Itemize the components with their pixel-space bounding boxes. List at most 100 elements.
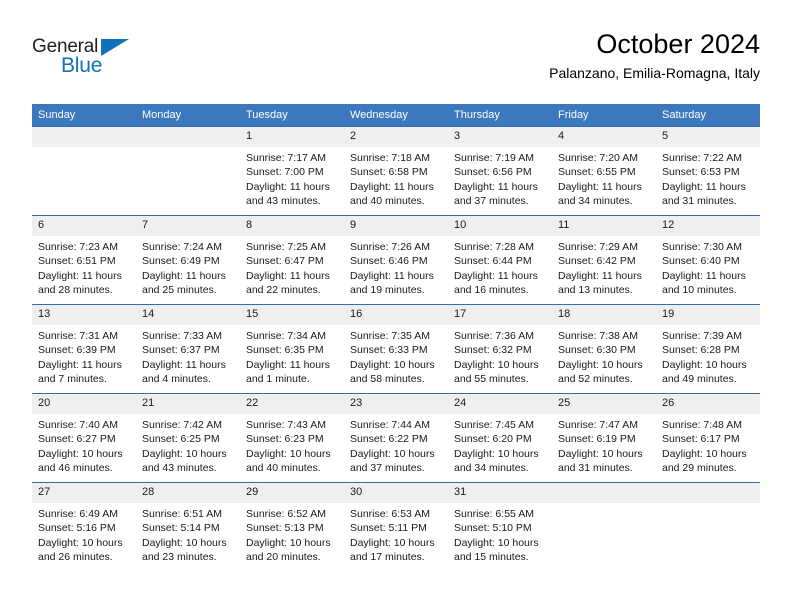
calendar-day-cell[interactable]: 26 Sunrise: 7:48 AM Sunset: 6:17 PM Dayligh… xyxy=(656,393,760,483)
sunrise-text: Sunrise: 7:38 AM xyxy=(558,330,638,342)
day-number: 6 xyxy=(32,216,136,236)
sunset-text: Sunset: 5:11 PM xyxy=(350,522,427,535)
day-details: Sunrise: 7:23 AM Sunset: 6:51 PM Daylight:… xyxy=(32,236,136,298)
day-details: Sunrise: 7:29 AM Sunset: 6:42 PM Daylight:… xyxy=(552,236,656,298)
calendar-day-cell[interactable]: 15 Sunrise: 7:34 AM Sunset: 6:35 PM Dayligh… xyxy=(240,304,344,394)
calendar-day-cell[interactable]: 8 Sunrise: 7:25 AM Sunset: 6:47 PM Daylight… xyxy=(240,215,344,305)
day-details: Sunrise: 7:26 AM Sunset: 6:46 PM Daylight:… xyxy=(344,236,448,298)
day-details: Sunrise: 7:20 AM Sunset: 6:55 PM Daylight:… xyxy=(552,147,656,209)
calendar-day-cell[interactable]: 25 Sunrise: 7:47 AM Sunset: 6:19 PM Dayligh… xyxy=(552,393,656,483)
calendar-day-cell[interactable]: 19 Sunrise: 7:39 AM Sunset: 6:28 PM Dayligh… xyxy=(656,304,760,394)
sunset-text: Sunset: 7:00 PM xyxy=(246,166,324,179)
day-number: 2 xyxy=(344,127,448,147)
weekday-header-sunday: Sunday xyxy=(32,104,136,127)
calendar-day-cell[interactable]: 14 Sunrise: 7:33 AM Sunset: 6:37 PM Dayligh… xyxy=(136,304,240,394)
calendar-day-cell[interactable]: 20 Sunrise: 7:40 AM Sunset: 6:27 PM Dayligh… xyxy=(32,393,136,483)
calendar-day-cell[interactable]: 10 Sunrise: 7:28 AM Sunset: 6:44 PM Dayligh… xyxy=(448,215,552,305)
calendar-day-cell[interactable]: 18 Sunrise: 7:38 AM Sunset: 6:30 PM Dayligh… xyxy=(552,304,656,394)
weekday-header-friday: Friday xyxy=(552,104,656,127)
day-number xyxy=(32,127,136,147)
calendar-day-cell[interactable]: 28 Sunrise: 6:51 AM Sunset: 5:14 PM Dayligh… xyxy=(136,482,240,571)
weekday-header-monday: Monday xyxy=(136,104,240,127)
day-number: 11 xyxy=(552,216,656,236)
calendar-day-cell[interactable]: 16 Sunrise: 7:35 AM Sunset: 6:33 PM Dayligh… xyxy=(344,304,448,394)
weekday-header-thursday: Thursday xyxy=(448,104,552,127)
day-number: 12 xyxy=(656,216,760,236)
daylight-text: Daylight: 10 hours and 17 minutes. xyxy=(350,536,435,564)
sunset-text: Sunset: 6:39 PM xyxy=(38,344,116,357)
calendar-day-cell[interactable]: 2 Sunrise: 7:18 AM Sunset: 6:58 PM Daylight… xyxy=(344,126,448,216)
sunset-text: Sunset: 6:47 PM xyxy=(246,255,324,268)
calendar-day-cell[interactable]: 23 Sunrise: 7:44 AM Sunset: 6:22 PM Dayligh… xyxy=(344,393,448,483)
day-number: 16 xyxy=(344,305,448,325)
day-number: 4 xyxy=(552,127,656,147)
calendar-day-cell[interactable]: 5 Sunrise: 7:22 AM Sunset: 6:53 PM Daylight… xyxy=(656,126,760,216)
calendar-day-cell[interactable]: 21 Sunrise: 7:42 AM Sunset: 6:25 PM Dayligh… xyxy=(136,393,240,483)
daylight-text: Daylight: 10 hours and 40 minutes. xyxy=(246,447,331,475)
day-number: 17 xyxy=(448,305,552,325)
sunset-text: Sunset: 6:20 PM xyxy=(454,433,532,446)
day-details: Sunrise: 7:33 AM Sunset: 6:37 PM Daylight:… xyxy=(136,325,240,387)
day-details: Sunrise: 7:30 AM Sunset: 6:40 PM Daylight:… xyxy=(656,236,760,298)
daylight-text: Daylight: 11 hours and 13 minutes. xyxy=(558,269,642,297)
day-details: Sunrise: 7:34 AM Sunset: 6:35 PM Daylight:… xyxy=(240,325,344,387)
calendar-day-cell[interactable]: 7 Sunrise: 7:24 AM Sunset: 6:49 PM Daylight… xyxy=(136,215,240,305)
day-number: 23 xyxy=(344,394,448,414)
daylight-text: Daylight: 10 hours and 34 minutes. xyxy=(454,447,539,475)
daylight-text: Daylight: 10 hours and 55 minutes. xyxy=(454,358,539,386)
calendar-day-cell[interactable]: 6 Sunrise: 7:23 AM Sunset: 6:51 PM Daylight… xyxy=(32,215,136,305)
daylight-text: Daylight: 10 hours and 23 minutes. xyxy=(142,536,227,564)
sunrise-text: Sunrise: 7:28 AM xyxy=(454,241,534,253)
day-details: Sunrise: 7:44 AM Sunset: 6:22 PM Daylight:… xyxy=(344,414,448,476)
day-details: Sunrise: 7:36 AM Sunset: 6:32 PM Daylight:… xyxy=(448,325,552,387)
daylight-text: Daylight: 11 hours and 22 minutes. xyxy=(246,269,330,297)
calendar-day-cell[interactable]: 27 Sunrise: 6:49 AM Sunset: 5:16 PM Dayligh… xyxy=(32,482,136,571)
sunrise-text: Sunrise: 7:19 AM xyxy=(454,152,534,164)
calendar-day-cell[interactable]: 3 Sunrise: 7:19 AM Sunset: 6:56 PM Daylight… xyxy=(448,126,552,216)
day-details: Sunrise: 7:19 AM Sunset: 6:56 PM Daylight:… xyxy=(448,147,552,209)
daylight-text: Daylight: 10 hours and 49 minutes. xyxy=(662,358,747,386)
calendar-day-cell[interactable]: 29 Sunrise: 6:52 AM Sunset: 5:13 PM Dayligh… xyxy=(240,482,344,571)
day-details: Sunrise: 7:48 AM Sunset: 6:17 PM Daylight:… xyxy=(656,414,760,476)
day-details: Sunrise: 7:22 AM Sunset: 6:53 PM Daylight:… xyxy=(656,147,760,209)
calendar-day-cell[interactable]: 24 Sunrise: 7:45 AM Sunset: 6:20 PM Dayligh… xyxy=(448,393,552,483)
day-number: 24 xyxy=(448,394,552,414)
sunset-text: Sunset: 6:33 PM xyxy=(350,344,428,357)
daylight-text: Daylight: 10 hours and 58 minutes. xyxy=(350,358,435,386)
daylight-text: Daylight: 11 hours and 10 minutes. xyxy=(662,269,746,297)
daylight-text: Daylight: 11 hours and 1 minute. xyxy=(246,358,330,386)
sunset-text: Sunset: 6:53 PM xyxy=(662,166,740,179)
day-number: 25 xyxy=(552,394,656,414)
calendar-cell-empty xyxy=(136,126,240,216)
calendar-day-cell[interactable]: 9 Sunrise: 7:26 AM Sunset: 6:46 PM Daylight… xyxy=(344,215,448,305)
daylight-text: Daylight: 11 hours and 4 minutes. xyxy=(142,358,226,386)
sunset-text: Sunset: 6:27 PM xyxy=(38,433,116,446)
general-blue-logo[interactable]: General Blue xyxy=(32,36,152,84)
day-details: Sunrise: 7:40 AM Sunset: 6:27 PM Daylight:… xyxy=(32,414,136,476)
page-title: October 2024 xyxy=(596,29,760,59)
day-number: 15 xyxy=(240,305,344,325)
day-details: Sunrise: 6:55 AM Sunset: 5:10 PM Daylight:… xyxy=(448,503,552,565)
calendar-day-cell[interactable]: 22 Sunrise: 7:43 AM Sunset: 6:23 PM Dayligh… xyxy=(240,393,344,483)
calendar-day-cell[interactable]: 31 Sunrise: 6:55 AM Sunset: 5:10 PM Dayligh… xyxy=(448,482,552,571)
calendar-day-cell[interactable]: 1 Sunrise: 7:17 AM Sunset: 7:00 PM Daylight… xyxy=(240,126,344,216)
calendar-week-row: 6 Sunrise: 7:23 AM Sunset: 6:51 PM Daylight… xyxy=(32,215,760,305)
calendar-day-cell[interactable]: 11 Sunrise: 7:29 AM Sunset: 6:42 PM Dayligh… xyxy=(552,215,656,305)
sunrise-text: Sunrise: 7:33 AM xyxy=(142,330,222,342)
calendar-day-cell[interactable]: 4 Sunrise: 7:20 AM Sunset: 6:55 PM Daylight… xyxy=(552,126,656,216)
sunset-text: Sunset: 6:22 PM xyxy=(350,433,428,446)
weekday-header-row: Sunday Monday Tuesday Wednesday Thursday… xyxy=(32,104,760,127)
day-details: Sunrise: 7:24 AM Sunset: 6:49 PM Daylight:… xyxy=(136,236,240,298)
sunset-text: Sunset: 6:40 PM xyxy=(662,255,740,268)
daylight-text: Daylight: 11 hours and 28 minutes. xyxy=(38,269,122,297)
day-details: Sunrise: 7:39 AM Sunset: 6:28 PM Daylight:… xyxy=(656,325,760,387)
daylight-text: Daylight: 10 hours and 15 minutes. xyxy=(454,536,539,564)
calendar-day-cell[interactable]: 30 Sunrise: 6:53 AM Sunset: 5:11 PM Dayligh… xyxy=(344,482,448,571)
daylight-text: Daylight: 10 hours and 52 minutes. xyxy=(558,358,643,386)
daylight-text: Daylight: 11 hours and 19 minutes. xyxy=(350,269,434,297)
sunrise-text: Sunrise: 7:48 AM xyxy=(662,419,742,431)
calendar-day-cell[interactable]: 13 Sunrise: 7:31 AM Sunset: 6:39 PM Dayligh… xyxy=(32,304,136,394)
calendar-day-cell[interactable]: 17 Sunrise: 7:36 AM Sunset: 6:32 PM Dayligh… xyxy=(448,304,552,394)
calendar-day-cell[interactable]: 12 Sunrise: 7:30 AM Sunset: 6:40 PM Dayligh… xyxy=(656,215,760,305)
sunrise-text: Sunrise: 7:20 AM xyxy=(558,152,638,164)
